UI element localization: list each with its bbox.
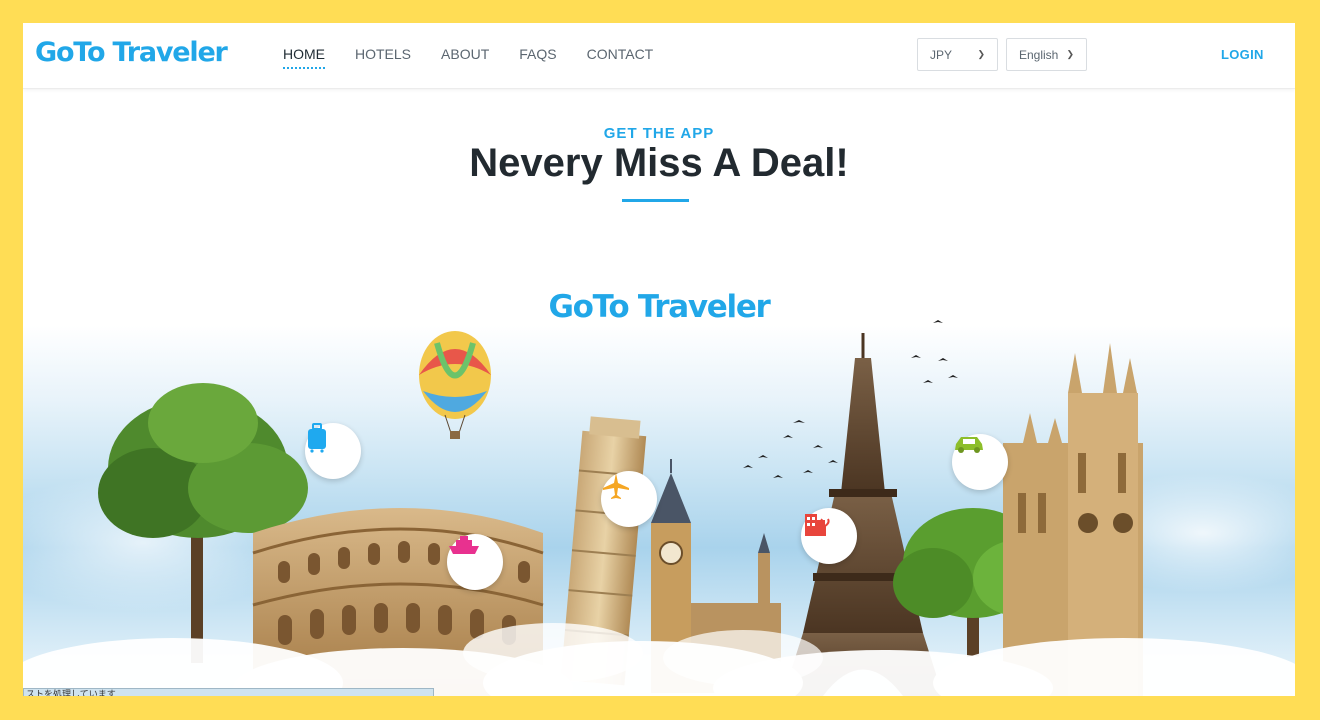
nav-faqs[interactable]: FAQS: [519, 23, 556, 89]
cruise-ship-badge: [447, 534, 503, 590]
headline-divider: [622, 199, 689, 202]
scene-logo: GoTo Traveler: [548, 289, 770, 325]
cruise-ship-icon: [449, 536, 479, 554]
airplane-badge: [601, 471, 657, 527]
airplane-icon: [603, 473, 629, 499]
section-eyebrow: GET THE APP: [603, 125, 715, 142]
chevron-down-icon: ❯: [977, 49, 985, 59]
site-logo[interactable]: GoTo Traveler: [35, 37, 228, 68]
language-select[interactable]: English ❯: [1006, 38, 1087, 71]
hot-air-balloon: [419, 331, 491, 439]
hotel-badge: [801, 508, 857, 564]
nav-home[interactable]: HOME: [283, 23, 325, 89]
car-badge: [952, 434, 1008, 490]
login-link[interactable]: LOGIN: [1221, 47, 1264, 62]
nav-contact[interactable]: CONTACT: [587, 23, 654, 89]
section-headline: Nevery Miss A Deal!: [469, 141, 849, 185]
nav-about[interactable]: ABOUT: [441, 23, 489, 89]
site-header: GoTo Traveler HOME HOTELS ABOUT FAQS CON…: [23, 23, 1295, 89]
nav-hotels[interactable]: HOTELS: [355, 23, 411, 89]
suitcase-icon: [308, 423, 326, 453]
chevron-down-icon: ❯: [1066, 49, 1074, 59]
hotel-building-icon: [805, 514, 830, 536]
main-nav: HOME HOTELS ABOUT FAQS CONTACT: [283, 23, 653, 89]
landmarks-illustration: GoTo Traveler: [23, 233, 1295, 696]
browser-viewport: GoTo Traveler HOME HOTELS ABOUT FAQS CON…: [23, 23, 1295, 696]
language-value: English: [1019, 47, 1059, 62]
car-icon: [955, 437, 983, 453]
status-bar: ストを処理しています: [23, 688, 434, 696]
currency-select[interactable]: JPY ❯: [917, 38, 998, 71]
currency-value: JPY: [930, 47, 953, 62]
suitcase-badge: [305, 423, 361, 479]
